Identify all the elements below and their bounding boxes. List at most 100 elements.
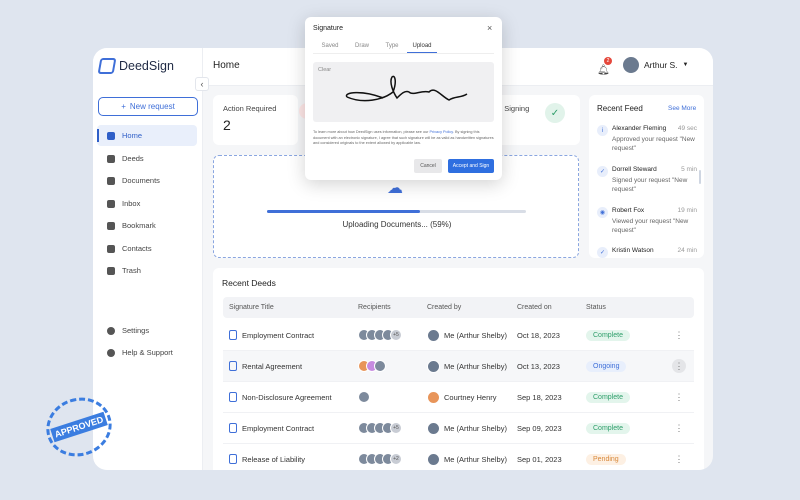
- feed-item[interactable]: ✓ Kristin Watson 24 min: [597, 247, 697, 258]
- creator-name: Me (Arthur Shelby): [444, 330, 507, 340]
- notification-button[interactable]: 🔔︎ 2: [597, 57, 612, 76]
- table-row[interactable]: Employment Contract +5 Me (Arthur Shelby…: [223, 320, 694, 351]
- eye-icon: ◉: [597, 207, 608, 218]
- feed-title: Recent Feed: [597, 104, 643, 113]
- document-icon: [229, 423, 237, 433]
- stat-card-action-required[interactable]: Action Required 2: [213, 95, 298, 145]
- sidebar-item-inbox[interactable]: Inbox: [97, 193, 197, 214]
- plus-icon: +: [121, 102, 126, 111]
- documents-icon: [107, 176, 115, 185]
- feed-item[interactable]: ◉ Robert Fox 19 min Viewed your request "Ne…: [597, 207, 697, 235]
- sidebar-item-deeds[interactable]: Deeds: [97, 148, 197, 169]
- creator-avatar: [427, 452, 440, 466]
- sidebar-item-home[interactable]: Home: [97, 125, 197, 146]
- table-row[interactable]: Non-Disclosure Agreement Courtney Henry …: [223, 382, 694, 413]
- check-icon: ✓: [597, 166, 608, 177]
- tab-draw[interactable]: Draw: [347, 43, 377, 53]
- feed-name: Robert Fox: [612, 207, 645, 214]
- recipient-more-count: +5: [390, 329, 402, 341]
- more-options-icon[interactable]: ⋮: [672, 452, 686, 466]
- recent-deeds: Recent Deeds Signature Title Recipients …: [213, 268, 704, 470]
- sidebar-item-documents[interactable]: Documents: [97, 170, 197, 191]
- cancel-button[interactable]: Cancel: [414, 159, 442, 173]
- tab-type[interactable]: Type: [377, 43, 407, 53]
- collapse-sidebar-button[interactable]: ‹: [195, 77, 209, 91]
- column-header: Recipients: [358, 304, 391, 311]
- created-date: Sep 09, 2023: [517, 423, 562, 433]
- creator-avatar: [427, 390, 440, 404]
- document-icon: [229, 361, 237, 371]
- chevron-down-icon: ▼: [682, 62, 689, 68]
- contacts-icon: [107, 244, 115, 253]
- brand-name: DeedSign: [119, 59, 174, 73]
- status-badge: Complete: [586, 391, 630, 403]
- more-options-icon[interactable]: ⋮: [672, 390, 686, 404]
- feed-scrollbar[interactable]: [699, 170, 701, 184]
- nav-label: Home: [122, 131, 143, 140]
- stamp-text: APPROVED: [49, 411, 109, 443]
- tab-upload[interactable]: Upload: [407, 43, 437, 53]
- table-row[interactable]: Rental Agreement Me (Arthur Shelby) Oct …: [223, 351, 694, 382]
- nav-label: Help & Support: [122, 348, 173, 357]
- nav-label: Bookmark: [122, 221, 156, 230]
- sidebar-item-bookmark[interactable]: Bookmark: [97, 215, 197, 236]
- logo-icon: [97, 58, 117, 74]
- deed-title[interactable]: Non-Disclosure Agreement: [242, 393, 332, 402]
- sidebar-item-trash[interactable]: Trash: [97, 260, 197, 281]
- created-date: Oct 13, 2023: [517, 361, 560, 371]
- bookmark-icon: [107, 221, 115, 230]
- feed-text: Viewed your request "New request": [612, 218, 689, 235]
- deed-title[interactable]: Release of Liability: [242, 455, 305, 464]
- signature-image: [345, 75, 468, 102]
- new-request-label: New request: [129, 102, 175, 111]
- feed-item[interactable]: i Alexander Fleming 49 sec Approved your re…: [597, 125, 697, 153]
- nav-label: Settings: [122, 326, 150, 335]
- user-menu[interactable]: Arthur S. ▼: [623, 57, 689, 73]
- see-more-link[interactable]: See More: [668, 105, 696, 112]
- sidebar-item-help[interactable]: Help & Support: [97, 342, 197, 363]
- upload-progress-fill: [267, 210, 420, 213]
- accept-and-sign-button[interactable]: Accept and Sign: [448, 159, 494, 173]
- document-icon: [229, 454, 237, 464]
- home-icon: [107, 131, 115, 140]
- recipients: [358, 391, 427, 403]
- signature-pad[interactable]: Clear: [313, 62, 494, 122]
- modal-tabs: Saved Draw Type Upload: [313, 43, 494, 54]
- more-options-icon[interactable]: ⋮: [672, 328, 686, 342]
- deed-title[interactable]: Employment Contract: [242, 424, 314, 433]
- privacy-policy-link[interactable]: Privacy Policy: [430, 130, 453, 134]
- creator-avatar: [427, 359, 440, 373]
- sidebar-item-contacts[interactable]: Contacts: [97, 238, 197, 259]
- deeds-icon: [107, 154, 115, 163]
- more-options-icon[interactable]: ⋮: [672, 421, 686, 435]
- feed-time: 49 sec: [677, 125, 697, 132]
- column-header: Signature Title: [229, 304, 274, 311]
- document-icon: [229, 392, 237, 402]
- chevron-left-icon: ‹: [200, 79, 204, 89]
- status-badge: Complete: [586, 422, 630, 434]
- more-options-icon[interactable]: ⋮: [672, 359, 686, 373]
- creator-avatar: [427, 328, 440, 342]
- tab-saved[interactable]: Saved: [313, 43, 347, 53]
- new-request-button[interactable]: + New request: [98, 97, 198, 116]
- creator-avatar: [427, 421, 440, 435]
- logo[interactable]: DeedSign: [97, 58, 174, 74]
- creator-name: Me (Arthur Shelby): [444, 454, 507, 464]
- sidebar-item-settings[interactable]: Settings: [97, 320, 197, 341]
- table-row[interactable]: Employment Contract +5 Me (Arthur Shelby…: [223, 413, 694, 444]
- deed-title[interactable]: Employment Contract: [242, 331, 314, 340]
- table-row[interactable]: Release of Liability +2 Me (Arthur Shelb…: [223, 444, 694, 470]
- feed-item[interactable]: ✓ Dorrell Steward 5 min Signed your request…: [597, 166, 697, 194]
- feed-time: 5 min: [681, 166, 697, 173]
- modal-title: Signature: [313, 25, 343, 32]
- recipient-avatar: [358, 391, 370, 403]
- nav-label: Contacts: [122, 244, 152, 253]
- deed-title[interactable]: Rental Agreement: [242, 362, 302, 371]
- help-icon: [107, 348, 115, 357]
- trash-icon: [107, 266, 115, 275]
- recent-feed: Recent Feed See More i Alexander Fleming 4…: [589, 95, 704, 258]
- creator-name: Me (Arthur Shelby): [444, 423, 507, 433]
- info-icon: i: [597, 125, 608, 136]
- close-icon[interactable]: ×: [487, 23, 492, 33]
- inbox-icon: [107, 199, 115, 208]
